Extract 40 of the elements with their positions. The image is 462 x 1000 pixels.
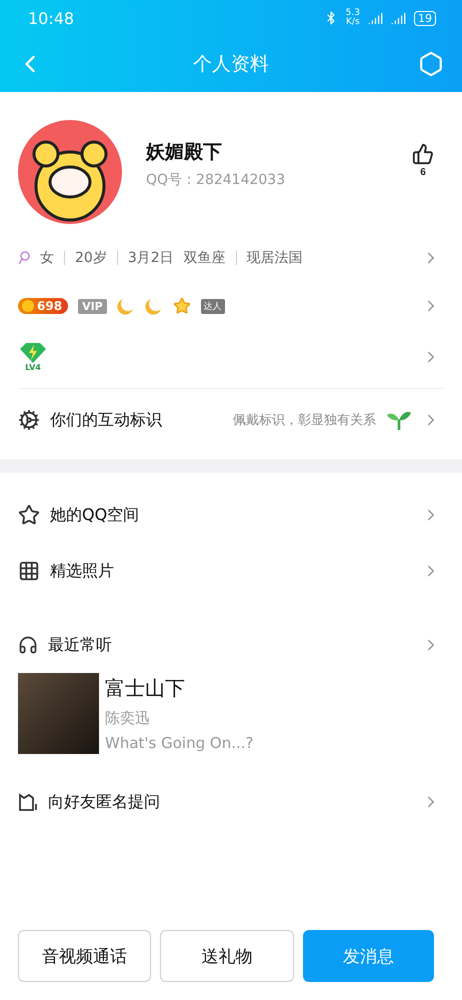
- coin-badge: 698: [18, 298, 68, 314]
- profile-info: 现居法国: [246, 249, 303, 267]
- cat-box-icon: [18, 792, 38, 812]
- moon-icon: [144, 297, 163, 315]
- talent-badge: 达人: [200, 298, 225, 314]
- like-button[interactable]: 6: [406, 142, 440, 178]
- moon-icon: [116, 297, 135, 315]
- status-time: 10:48: [28, 8, 74, 28]
- signal-icon: [391, 10, 406, 26]
- star-icon: [18, 504, 40, 526]
- action-button[interactable]: 音视频通话: [18, 930, 152, 982]
- page-title: 个人资料: [193, 52, 269, 77]
- action-button[interactable]: 送礼物: [160, 930, 294, 982]
- network-speed: 5.3 K/s: [346, 9, 360, 27]
- battery-indicator: 19: [414, 10, 436, 26]
- thumbs-up-icon: [412, 142, 434, 164]
- headphones-icon: [18, 635, 38, 655]
- profile-info: 双鱼座: [184, 249, 226, 267]
- grid-icon: [18, 560, 40, 582]
- interaction-label: 你们的互动标识: [50, 410, 162, 430]
- profile-name: 妖媚殿下: [146, 140, 223, 165]
- song-title: 富士山下: [105, 675, 186, 702]
- profile-info: 3月2日: [128, 249, 174, 267]
- vip-badge: VIP: [78, 298, 107, 314]
- profile-info: 女: [40, 249, 54, 267]
- signal-icon: [368, 10, 383, 26]
- star-icon: [172, 297, 191, 315]
- settings-icon: [18, 409, 40, 431]
- profile-info: 20岁: [75, 249, 107, 267]
- album-name: What's Going On...?: [105, 734, 254, 752]
- qq-number: QQ号：2824142033: [146, 171, 286, 189]
- interaction-hint: 佩戴标识，彰显独有关系: [233, 412, 376, 429]
- menu-item[interactable]: 精选照片: [0, 543, 462, 599]
- menu-item[interactable]: 她的QQ空间: [0, 487, 462, 543]
- recent-music-label: 最近常听: [48, 634, 112, 656]
- song-artist: 陈奕迅: [105, 708, 151, 728]
- hexagon-icon: [418, 51, 444, 77]
- menu-item[interactable]: 向好友匿名提问: [0, 774, 462, 830]
- sprout-icon: [386, 409, 412, 431]
- search-tag-icon: [18, 251, 30, 265]
